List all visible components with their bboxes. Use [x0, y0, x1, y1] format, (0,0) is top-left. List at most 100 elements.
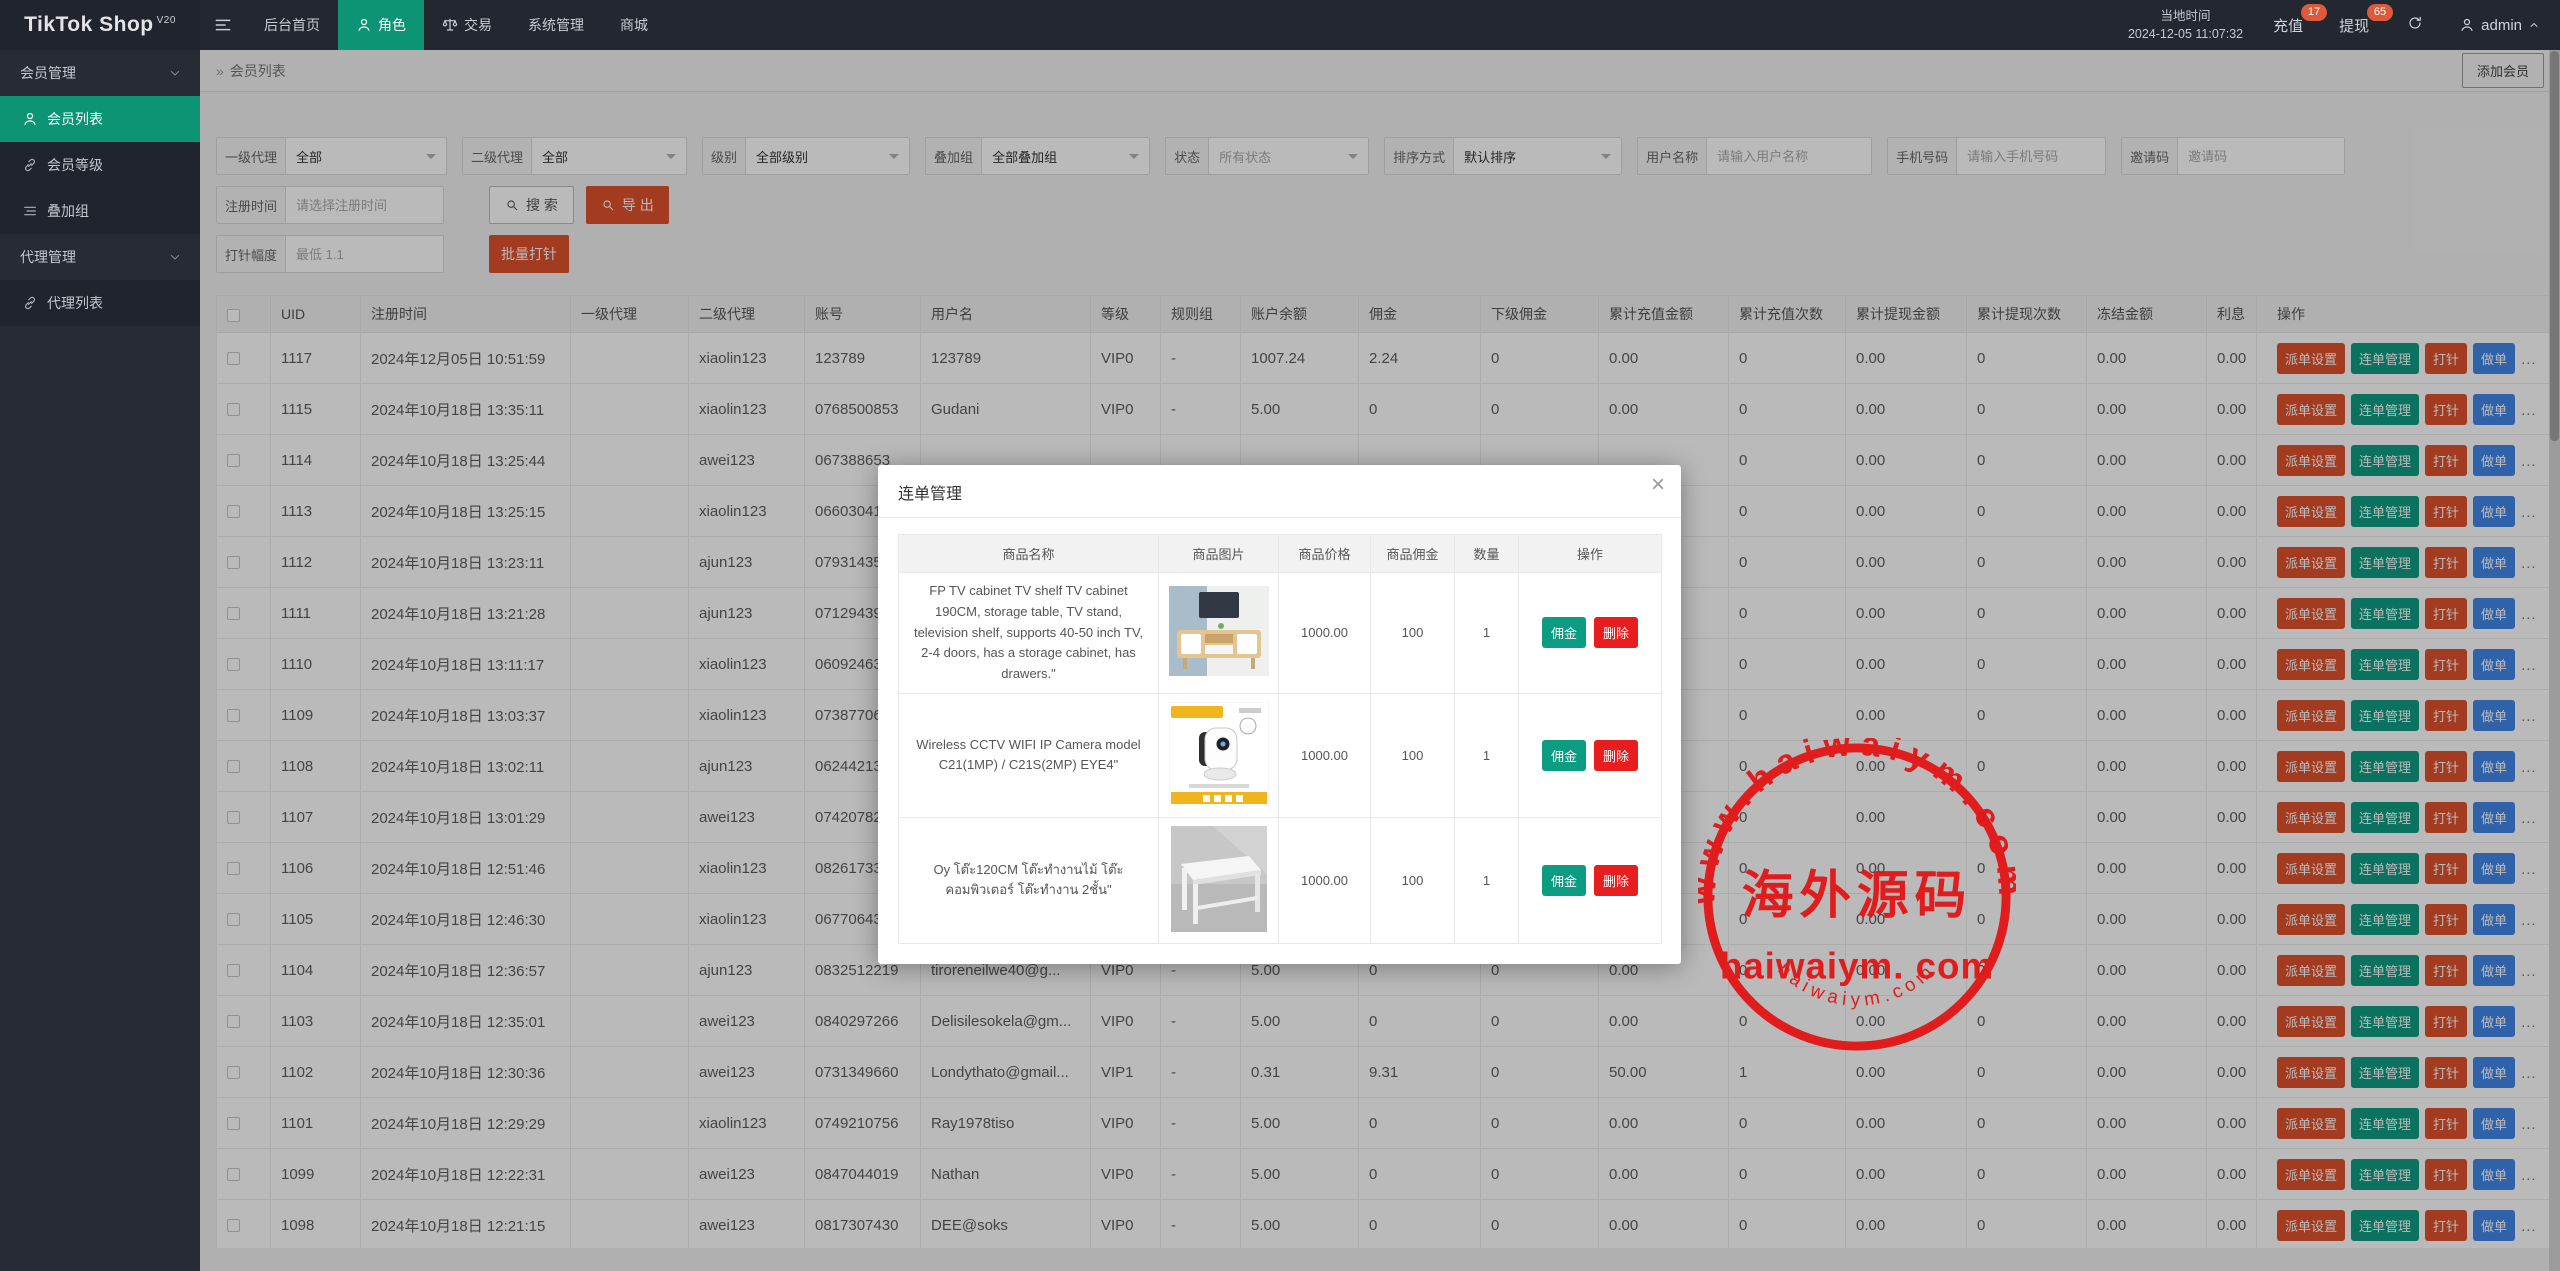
user-icon [356, 17, 372, 33]
sidebar-item-stack-group[interactable]: 叠加组 [0, 188, 200, 234]
refresh-button[interactable] [2391, 15, 2439, 36]
local-time-value: 2024-12-05 11:07:32 [2128, 25, 2243, 43]
product-row: Oy โต๊ะ120CM โต๊ะทำงานไม้ โต๊ะคอมพิวเตอร… [899, 817, 1662, 943]
menu-item-label: 交易 [464, 15, 492, 35]
chevron-up-icon [2528, 19, 2540, 31]
sidebar-group-agent-management[interactable]: 代理管理 [0, 234, 200, 280]
sidebar-group-member-management[interactable]: 会员管理 [0, 50, 200, 96]
product-qty: 1 [1455, 693, 1519, 817]
chain-order-modal: 连单管理 × 商品名称商品图片商品价格商品佣金数量操作 FP TV cabine… [878, 465, 1681, 964]
product-image-desk [1171, 826, 1267, 932]
local-time-label: 当地时间 [2128, 7, 2243, 25]
product-qty: 1 [1455, 817, 1519, 943]
product-table-header-row: 商品名称商品图片商品价格商品佣金数量操作 [899, 535, 1662, 573]
user-icon [2459, 17, 2475, 33]
menu-item-home[interactable]: 后台首页 [246, 0, 338, 50]
delete-button[interactable]: 删除 [1594, 617, 1638, 648]
recharge-label: 充值 [2273, 18, 2303, 35]
modal-header: 连单管理 × [878, 465, 1681, 518]
topbar-right: 当地时间 2024-12-05 11:07:32 充值 17 提现 65 adm… [2112, 0, 2560, 50]
sidebar-group-label: 会员管理 [20, 63, 76, 83]
close-icon[interactable]: × [1651, 473, 1665, 497]
product-name: FP TV cabinet TV shelf TV cabinet 190CM,… [899, 573, 1159, 694]
product-column-header: 数量 [1455, 535, 1519, 573]
topbar: TikTok ShopV20 后台首页 角色 交易 系统管理 商城 当地时间 2024-… [0, 0, 2560, 50]
recharge-badge: 17 [2301, 4, 2327, 21]
stamp-center-text: 海外源码 [1742, 866, 1972, 924]
product-column-header: 商品佣金 [1371, 535, 1455, 573]
list-icon [22, 203, 38, 219]
topbar-menu: 后台首页 角色 交易 系统管理 商城 [246, 0, 666, 50]
sidebar-item-member-level[interactable]: 会员等级 [0, 142, 200, 188]
product-actions-cell: 佣金删除 [1519, 693, 1662, 817]
product-column-header: 商品价格 [1279, 535, 1371, 573]
scales-icon [442, 17, 458, 33]
product-price: 1000.00 [1279, 573, 1371, 694]
product-image-tv-cabinet [1169, 586, 1269, 676]
menu-item-mall[interactable]: 商城 [602, 0, 666, 50]
product-table-body: FP TV cabinet TV shelf TV cabinet 190CM,… [899, 573, 1662, 944]
modal-body: 商品名称商品图片商品价格商品佣金数量操作 FP TV cabinet TV sh… [878, 518, 1681, 964]
chevron-down-icon [168, 250, 182, 264]
menu-item-label: 商城 [620, 15, 648, 35]
chevron-down-icon [168, 66, 182, 80]
product-table: 商品名称商品图片商品价格商品佣金数量操作 FP TV cabinet TV sh… [898, 534, 1662, 944]
product-image-cell [1159, 817, 1279, 943]
menu-item-label: 后台首页 [264, 15, 320, 35]
sidebar-item-label: 会员等级 [47, 155, 103, 175]
product-actions-cell: 佣金删除 [1519, 573, 1662, 694]
product-column-header: 商品图片 [1159, 535, 1279, 573]
product-price: 1000.00 [1279, 693, 1371, 817]
logo-version: V20 [157, 15, 176, 26]
product-qty: 1 [1455, 573, 1519, 694]
product-actions-cell: 佣金删除 [1519, 817, 1662, 943]
product-row: FP TV cabinet TV shelf TV cabinet 190CM,… [899, 573, 1662, 694]
product-name: Oy โต๊ะ120CM โต๊ะทำงานไม้ โต๊ะคอมพิวเตอร… [899, 817, 1159, 943]
hamburger-icon [213, 15, 233, 35]
product-image-cell [1159, 693, 1279, 817]
user-menu[interactable]: admin [2439, 17, 2560, 34]
admin-app: TikTok ShopV20 后台首页 角色 交易 系统管理 商城 当地时间 2024-… [0, 0, 2560, 1271]
product-commission: 100 [1371, 693, 1455, 817]
product-price: 1000.00 [1279, 817, 1371, 943]
product-commission: 100 [1371, 573, 1455, 694]
menu-item-system[interactable]: 系统管理 [510, 0, 602, 50]
sidebar-item-label: 叠加组 [47, 201, 89, 221]
app-logo: TikTok ShopV20 [0, 0, 200, 50]
sidebar-item-label: 会员列表 [47, 109, 103, 129]
modal-title: 连单管理 [898, 486, 962, 503]
refresh-icon [2407, 15, 2423, 31]
stamp-domain-text: haiwaiym. com [1720, 945, 1994, 986]
product-row: Wireless CCTV WIFI IP Camera model C21(1… [899, 693, 1662, 817]
sidebar-group-label: 代理管理 [20, 247, 76, 267]
sidebar: 会员管理会员列表会员等级叠加组代理管理代理列表 [0, 50, 200, 1271]
sidebar-item-member-list[interactable]: 会员列表 [0, 96, 200, 142]
menu-item-role[interactable]: 角色 [338, 0, 424, 50]
commission-button[interactable]: 佣金 [1542, 617, 1586, 648]
withdraw-label: 提现 [2339, 18, 2369, 35]
link-icon [22, 157, 38, 173]
product-commission: 100 [1371, 817, 1455, 943]
link-icon [22, 295, 38, 311]
haiwaiym-watermark-stamp: www.haiwaiym.com 海外源码 haiwaiym. com haiw… [1698, 738, 2016, 1056]
user-icon [22, 111, 38, 127]
delete-button[interactable]: 删除 [1594, 740, 1638, 771]
delete-button[interactable]: 删除 [1594, 865, 1638, 896]
commission-button[interactable]: 佣金 [1542, 865, 1586, 896]
product-name: Wireless CCTV WIFI IP Camera model C21(1… [899, 693, 1159, 817]
recharge-menu-item[interactable]: 充值 17 [2259, 15, 2325, 36]
logo-text: TikTok Shop [24, 13, 154, 37]
product-image-cell [1159, 573, 1279, 694]
menu-item-label: 系统管理 [528, 15, 584, 35]
withdraw-badge: 65 [2367, 4, 2393, 21]
local-time: 当地时间 2024-12-05 11:07:32 [2112, 7, 2259, 43]
commission-button[interactable]: 佣金 [1542, 740, 1586, 771]
sidebar-toggle-button[interactable] [200, 0, 246, 50]
withdraw-menu-item[interactable]: 提现 65 [2325, 15, 2391, 36]
product-column-header: 操作 [1519, 535, 1662, 573]
menu-item-label: 角色 [378, 15, 406, 35]
username: admin [2481, 17, 2522, 34]
sidebar-item-agent-list[interactable]: 代理列表 [0, 280, 200, 326]
product-column-header: 商品名称 [899, 535, 1159, 573]
menu-item-trade[interactable]: 交易 [424, 0, 510, 50]
